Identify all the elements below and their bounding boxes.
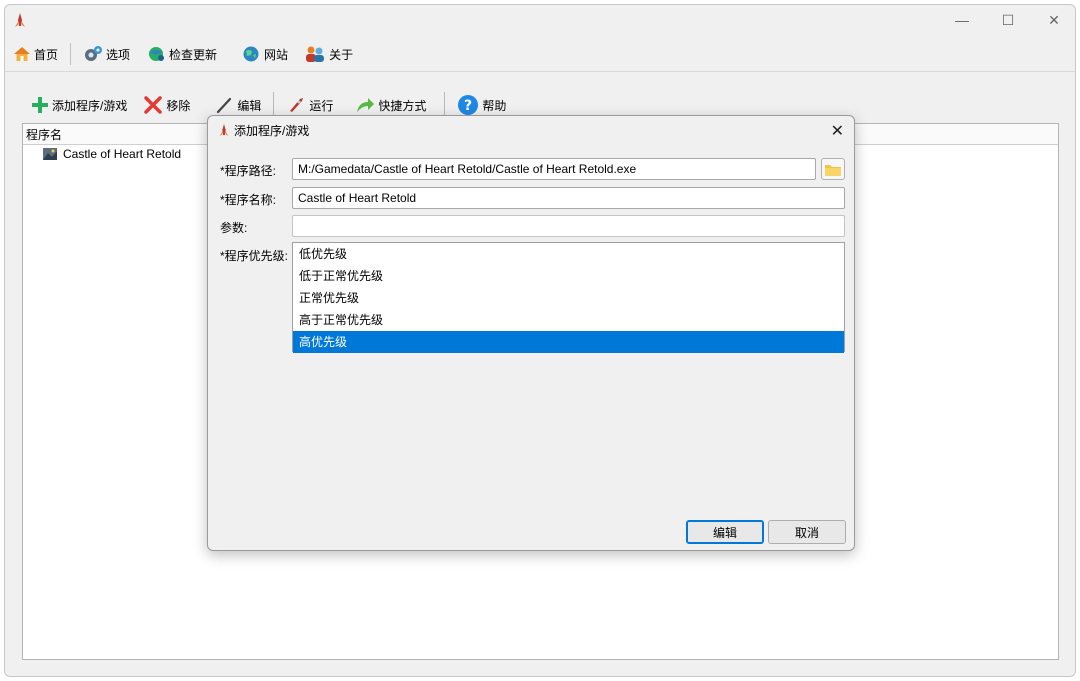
dialog-title-bar: 添加程序/游戏 (208, 116, 854, 144)
title-bar: — ☐ ✕ (5, 5, 1075, 35)
path-input[interactable]: M:/Gamedata/Castle of Heart Retold/Castl… (292, 158, 816, 180)
gear-icon (85, 46, 103, 61)
menu-home-label: 首页 (34, 47, 59, 62)
priority-option-low[interactable]: 低优先级 (293, 243, 844, 265)
edit-label: 编辑 (237, 98, 262, 113)
name-label: *程序名称: (220, 193, 277, 207)
menu-home[interactable]: 首页 (5, 40, 66, 68)
help-label: 帮助 (482, 98, 507, 113)
folder-icon (825, 164, 841, 176)
menu-bar: 首页 选项 检查更新 网站 关于 (5, 37, 1075, 71)
menu-about[interactable]: 关于 (296, 40, 361, 68)
menu-website-label: 网站 (264, 47, 289, 62)
menu-options[interactable]: 选项 (75, 40, 138, 68)
cancel-button[interactable]: 取消 (768, 520, 846, 544)
red-x-icon (144, 96, 163, 114)
priority-option-below-normal[interactable]: 低于正常优先级 (293, 265, 844, 287)
globe-update-icon (149, 47, 165, 61)
priority-option-high[interactable]: 高优先级 (293, 331, 844, 353)
remove-label: 移除 (166, 98, 191, 113)
dialog-close-button[interactable]: ✕ (831, 121, 844, 141)
priority-label: *程序优先级: (220, 249, 289, 263)
dialog-title: 添加程序/游戏 (234, 123, 310, 138)
priority-option-normal[interactable]: 正常优先级 (293, 287, 844, 309)
home-icon (14, 47, 30, 61)
priority-list[interactable]: 低优先级 低于正常优先级 正常优先级 高于正常优先级 高优先级 (292, 242, 845, 353)
main-window: — ☐ ✕ 首页 选项 检查更新 网站 关于 添加程序/游戏 移除 编辑 运行 … (4, 4, 1076, 677)
list-item-label: Castle of Heart Retold (63, 147, 182, 161)
shortcut-label: 快捷方式 (378, 98, 427, 113)
menu-options-label: 选项 (106, 47, 131, 62)
plus-icon (32, 97, 48, 113)
menu-divider (5, 71, 1075, 72)
svg-text:?: ? (464, 98, 472, 114)
add-program-dialog: 添加程序/游戏 ✕ *程序路径: M:/Gamedata/Castle of H… (207, 115, 855, 551)
path-label: *程序路径: (220, 164, 277, 178)
add-program-button[interactable]: 添加程序/游戏 (23, 91, 135, 119)
globe-icon (243, 46, 259, 62)
game-thumbnail-icon (43, 148, 57, 160)
column-header-label: 程序名 (26, 127, 63, 142)
rocket-icon (288, 98, 304, 113)
remove-button[interactable]: 移除 (135, 91, 198, 119)
minimize-button[interactable]: — (939, 5, 985, 35)
help-icon: ? (458, 95, 479, 115)
menu-website[interactable]: 网站 (233, 40, 296, 68)
run-label: 运行 (309, 98, 334, 113)
close-window-button[interactable]: ✕ (1031, 5, 1075, 35)
rocket-app-icon (219, 124, 229, 136)
shortcut-arrow-icon (357, 98, 375, 112)
pencil-icon (217, 97, 232, 114)
menu-about-label: 关于 (329, 47, 354, 62)
maximize-button[interactable]: ☐ (985, 5, 1031, 35)
args-input[interactable] (292, 215, 845, 237)
args-label: 参数: (220, 221, 248, 235)
edit-confirm-button[interactable]: 编辑 (686, 520, 764, 544)
name-input[interactable]: Castle of Heart Retold (292, 187, 845, 209)
menu-check-update[interactable]: 检查更新 (138, 40, 225, 68)
priority-option-above-normal[interactable]: 高于正常优先级 (293, 309, 844, 331)
rocket-app-icon (15, 13, 25, 27)
menu-separator (70, 43, 72, 65)
browse-folder-button[interactable] (821, 158, 845, 180)
menu-check-update-label: 检查更新 (169, 47, 218, 62)
users-icon (306, 46, 325, 62)
add-program-label: 添加程序/游戏 (52, 98, 128, 113)
